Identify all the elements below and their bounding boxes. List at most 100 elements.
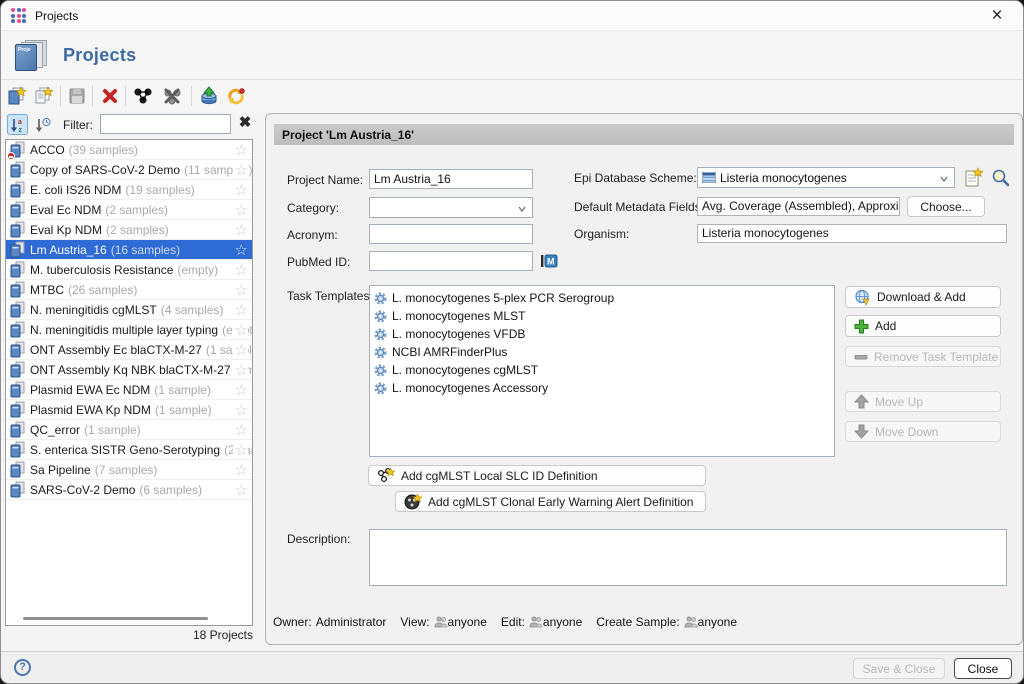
favorite-star-icon[interactable]: ☆ [233, 421, 248, 439]
favorite-star-icon[interactable]: ☆ [233, 141, 248, 159]
create-sample-label: Create Sample: [596, 615, 679, 629]
favorite-star-icon[interactable]: ☆ [233, 241, 248, 259]
save-icon[interactable] [65, 84, 89, 108]
remove-task-template-button[interactable]: Remove Task Template [845, 346, 1001, 367]
sort-alphabetical-icon[interactable]: az [7, 114, 28, 135]
project-list-item[interactable]: MTBC (26 samples) ☆ [6, 280, 252, 300]
app-logo-icon [11, 8, 27, 24]
project-name-input[interactable] [369, 169, 533, 189]
view-scheme-icon[interactable] [991, 168, 1010, 187]
pubmed-input[interactable] [369, 251, 533, 271]
project-name: ONT Assembly Kq NBK blaCTX-M-27 [30, 363, 231, 377]
favorite-star-icon[interactable]: ☆ [233, 481, 248, 499]
project-name: Plasmid EWA Ec NDM [30, 383, 150, 397]
project-list-item[interactable]: M. tuberculosis Resistance (empty) ☆ [6, 260, 252, 280]
project-icon [9, 441, 26, 458]
acronym-input[interactable] [369, 224, 533, 244]
category-dropdown[interactable] [369, 197, 533, 218]
project-sample-count: (2 samples) [105, 203, 168, 217]
add-ewa-definition-button[interactable]: Add cgMLST Clonal Early Warning Alert De… [395, 491, 706, 512]
project-list-item[interactable]: ONT Assembly Kq NBK blaCTX-M-27 (empty) … [6, 360, 252, 380]
task-template-item[interactable]: L. monocytogenes VFDB [370, 325, 834, 343]
task-template-item[interactable]: L. monocytogenes cgMLST [370, 361, 834, 379]
project-name: Lm Austria_16 [30, 243, 107, 257]
project-name: Copy of SARS-CoV-2 Demo [30, 163, 180, 177]
database-upload-icon[interactable] [197, 84, 221, 108]
move-up-button[interactable]: Move Up [845, 391, 1001, 412]
favorite-star-icon[interactable]: ☆ [233, 261, 248, 279]
project-list-item[interactable]: SARS-CoV-2 Demo (6 samples) ☆ [6, 480, 252, 500]
project-list-item[interactable]: Sa Pipeline (7 samples) ☆ [6, 460, 252, 480]
new-project-icon[interactable] [4, 84, 28, 108]
favorite-star-icon[interactable]: ☆ [233, 281, 248, 299]
project-detail-panel: Project 'Lm Austria_16' Project Name: Ca… [265, 113, 1023, 645]
favorite-star-icon[interactable]: ☆ [233, 441, 248, 459]
task-template-item[interactable]: L. monocytogenes Accessory [370, 379, 834, 397]
download-add-button[interactable]: Download & Add [845, 286, 1001, 308]
project-list-item[interactable]: Lm Austria_16 (16 samples) ☆ [6, 240, 252, 260]
delete-icon[interactable] [98, 84, 122, 108]
project-icon [9, 361, 26, 378]
task-template-gear-icon [374, 292, 387, 305]
task-template-list: L. monocytogenes 5-plex PCR Serogroup L.… [369, 285, 835, 457]
project-list-item[interactable]: Eval Kp NDM (2 samples) ☆ [6, 220, 252, 240]
favorite-star-icon[interactable]: ☆ [233, 201, 248, 219]
project-sample-count: (7 samples) [95, 463, 158, 477]
project-list-item[interactable]: ACCO (39 samples) ☆ [6, 140, 252, 160]
project-name: Eval Ec NDM [30, 203, 101, 217]
window-close-icon[interactable]: × [985, 4, 1009, 28]
save-and-close-button[interactable]: Save & Close [853, 658, 945, 679]
project-list-item[interactable]: Eval Ec NDM (2 samples) ☆ [6, 200, 252, 220]
project-list-item[interactable]: QC_error (1 sample) ☆ [6, 420, 252, 440]
project-list-item[interactable]: N. meningitidis cgMLST (4 samples) ☆ [6, 300, 252, 320]
favorite-star-icon[interactable]: ☆ [233, 301, 248, 319]
task-template-item[interactable]: L. monocytogenes 5-plex PCR Serogroup [370, 289, 834, 307]
task-template-item[interactable]: NCBI AMRFinderPlus [370, 343, 834, 361]
help-icon[interactable]: ? [14, 659, 31, 676]
favorite-star-icon[interactable]: ☆ [233, 321, 248, 339]
pubmed-icon[interactable]: M [540, 252, 558, 269]
copy-project-icon[interactable] [31, 84, 55, 108]
project-name: Plasmid EWA Kp NDM [30, 403, 151, 417]
slc-cluster-icon [377, 467, 395, 484]
project-list-item[interactable]: Plasmid EWA Kp NDM (1 sample) ☆ [6, 400, 252, 420]
task-template-item[interactable]: L. monocytogenes MLST [370, 307, 834, 325]
edit-scheme-icon[interactable] [964, 167, 983, 187]
favorite-star-icon[interactable]: ☆ [233, 401, 248, 419]
project-name: N. meningitidis multiple layer typing [30, 323, 218, 337]
add-slc-definition-button[interactable]: Add cgMLST Local SLC ID Definition [368, 465, 706, 486]
project-list-item[interactable]: ONT Assembly Ec blaCTX-M-27 (1 sample) ☆ [6, 340, 252, 360]
favorite-star-icon[interactable]: ☆ [233, 221, 248, 239]
close-button[interactable]: Close [954, 658, 1012, 679]
sort-by-date-icon[interactable] [32, 114, 53, 135]
epi-scheme-dropdown[interactable]: Listeria monocytogenes [697, 167, 955, 188]
project-name: MTBC [30, 283, 64, 297]
favorite-star-icon[interactable]: ☆ [233, 161, 248, 179]
project-name: SARS-CoV-2 Demo [30, 483, 135, 497]
description-textarea[interactable] [369, 529, 1007, 586]
sync-keys-icon[interactable] [224, 84, 248, 108]
project-list-item[interactable]: Plasmid EWA Ec NDM (1 sample) ☆ [6, 380, 252, 400]
assign-task-templates-icon[interactable] [131, 84, 155, 108]
add-button[interactable]: Add [845, 315, 1001, 337]
project-list-item[interactable]: N. meningitidis multiple layer typing (e… [6, 320, 252, 340]
favorite-star-icon[interactable]: ☆ [233, 461, 248, 479]
filter-input[interactable] [100, 114, 231, 134]
clear-filter-icon[interactable]: ✖ [236, 113, 254, 133]
move-down-button[interactable]: Move Down [845, 421, 1001, 442]
favorite-star-icon[interactable]: ☆ [233, 361, 248, 379]
project-icon [9, 341, 26, 358]
choose-metadata-button[interactable]: Choose... [907, 196, 985, 217]
project-sample-count: (1 sample) [154, 383, 211, 397]
remove-assignment-icon[interactable] [160, 84, 184, 108]
project-list-item[interactable]: Copy of SARS-CoV-2 Demo (11 samples) ☆ [6, 160, 252, 180]
favorite-star-icon[interactable]: ☆ [233, 381, 248, 399]
project-icon [9, 301, 26, 318]
favorite-star-icon[interactable]: ☆ [233, 341, 248, 359]
horizontal-scrollbar[interactable] [23, 617, 208, 620]
create-sample-value: anyone [698, 615, 737, 629]
edit-label: Edit: [501, 615, 525, 629]
favorite-star-icon[interactable]: ☆ [233, 181, 248, 199]
project-list-item[interactable]: S. enterica SISTR Geno-Serotyping (2 sam… [6, 440, 252, 460]
project-list-item[interactable]: E. coli IS26 NDM (19 samples) ☆ [6, 180, 252, 200]
